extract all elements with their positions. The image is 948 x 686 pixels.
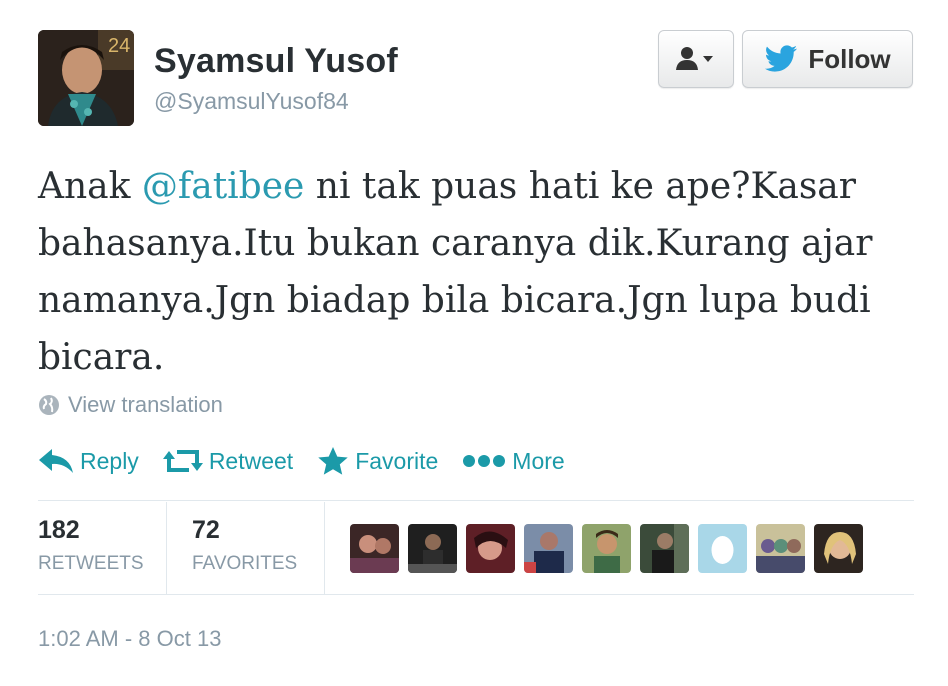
favoriters-list	[350, 524, 863, 573]
retweet-button[interactable]: Retweet	[162, 447, 294, 475]
reply-icon	[39, 449, 73, 473]
tweet-actions: Reply Retweet Favorite More	[38, 446, 589, 476]
favoriter-avatar[interactable]	[814, 524, 863, 573]
retweet-icon	[162, 450, 203, 472]
retweets-count: 182	[38, 516, 80, 544]
stat-separator	[166, 502, 167, 594]
reply-label: Reply	[80, 447, 139, 474]
retweets-stat[interactable]: 182 RETWEETS	[38, 516, 144, 575]
more-button[interactable]: More	[462, 447, 565, 475]
retweets-label: RETWEETS	[38, 553, 144, 574]
favoriter-avatar[interactable]	[350, 524, 399, 573]
favorites-label: FAVORITES	[192, 553, 298, 574]
follow-label: Follow	[808, 43, 891, 74]
favorite-button[interactable]: Favorite	[317, 446, 438, 476]
divider-bottom	[38, 594, 914, 595]
divider-top	[38, 500, 914, 501]
more-label: More	[512, 447, 565, 474]
favoriter-avatar[interactable]	[756, 524, 805, 573]
view-translation-label: View translation	[68, 392, 223, 417]
profile-photo: 24	[38, 30, 134, 126]
favoriter-avatar[interactable]	[466, 524, 515, 573]
follow-button[interactable]: Follow	[742, 30, 913, 88]
favoriter-avatar[interactable]	[698, 524, 747, 573]
user-actions-button[interactable]	[658, 30, 734, 88]
twitter-bird-icon	[765, 45, 798, 72]
favoriter-avatar[interactable]	[408, 524, 457, 573]
tweet-text: Anak @fatibee ni tak puas hati ke ape?Ka…	[38, 158, 918, 386]
reply-button[interactable]: Reply	[38, 448, 139, 475]
favoriter-avatar[interactable]	[582, 524, 631, 573]
tweet-prefix: Anak	[38, 166, 142, 207]
retweet-label: Retweet	[208, 447, 294, 474]
user-handle[interactable]: @SyamsulYusof84	[154, 88, 349, 115]
favoriter-avatar[interactable]	[524, 524, 573, 573]
favorite-label: Favorite	[355, 447, 439, 474]
favoriter-avatar[interactable]	[640, 524, 689, 573]
mention-link[interactable]: @fatibee	[142, 166, 304, 207]
stat-separator	[324, 502, 325, 594]
view-translation-link[interactable]: View translation	[38, 392, 223, 418]
tweet-timestamp[interactable]: 1:02 AM - 8 Oct 13	[38, 626, 221, 652]
star-icon	[318, 447, 348, 475]
favorites-stat[interactable]: 72 FAVORITES	[192, 516, 297, 575]
avatar[interactable]: 24	[38, 30, 134, 126]
user-name[interactable]: Syamsul Yusof	[154, 42, 398, 81]
svg-text:24: 24	[108, 35, 130, 57]
more-dots-icon	[463, 455, 506, 467]
favorites-count: 72	[192, 516, 220, 544]
person-dropdown-icon	[676, 47, 713, 70]
globe-icon	[39, 395, 59, 415]
